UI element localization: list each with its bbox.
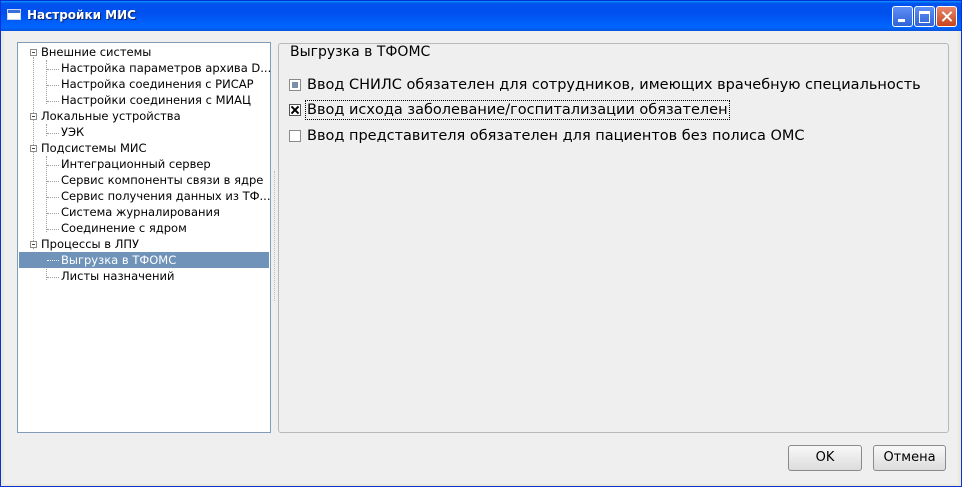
ok-button[interactable]: OK xyxy=(788,445,862,471)
settings-tree[interactable]: Внешние системы Настройка параметров арх… xyxy=(17,42,271,433)
tree-node-lpu-processes[interactable]: Процессы в ЛПУ xyxy=(40,236,140,252)
tree-node-core-connection[interactable]: Соединение с ядром xyxy=(60,220,188,236)
tree-node-risar-connection[interactable]: Настройка соединения с РИСАР xyxy=(60,76,255,92)
dialog-client: Внешние системы Настройка параметров арх… xyxy=(4,31,958,484)
tree-node-archive-params[interactable]: Настройка параметров архива D... xyxy=(60,60,272,76)
tree-line xyxy=(33,57,34,249)
checkbox-unchecked[interactable] xyxy=(289,130,301,142)
expand-toggle[interactable] xyxy=(30,49,37,56)
tree-node-external-systems[interactable]: Внешние системы xyxy=(40,44,152,60)
title-bar[interactable]: Настройки МИС xyxy=(1,1,961,31)
groupbox-title: Выгрузка в ТФОМС xyxy=(287,44,434,60)
tree-line xyxy=(46,124,47,136)
tree-node-tfoms-export[interactable]: Выгрузка в ТФОМС xyxy=(19,252,269,268)
maximize-button[interactable] xyxy=(914,6,935,27)
tree-node-local-devices[interactable]: Локальные устройства xyxy=(40,108,182,124)
tree-line xyxy=(47,213,59,214)
tree-line xyxy=(47,165,59,166)
option-label: Ввод СНИЛС обязателен для сотрудников, и… xyxy=(307,77,921,93)
tree-line xyxy=(47,277,59,278)
tree-line xyxy=(47,69,59,70)
minimize-button[interactable] xyxy=(892,6,913,27)
tree-line xyxy=(46,156,47,232)
tree-node-miac-connection[interactable]: Настройки соединения с МИАЦ xyxy=(60,92,252,108)
checkbox-partial[interactable] xyxy=(289,79,301,91)
tree-line xyxy=(47,229,59,230)
expand-toggle[interactable] xyxy=(30,113,37,120)
tree-node-logging-system[interactable]: Система журналирования xyxy=(60,204,221,220)
tree-line xyxy=(47,260,59,261)
splitter-handle[interactable] xyxy=(274,171,277,301)
tree-node-tfoms-data-service[interactable]: Сервис получения данных из ТФ... xyxy=(60,188,272,204)
tree-line xyxy=(47,101,59,102)
tree-node-mis-subsystems[interactable]: Подсистемы МИС xyxy=(40,140,148,156)
tree-line xyxy=(46,60,47,104)
tree-line xyxy=(47,197,59,198)
tree-line xyxy=(47,85,59,86)
tree-node-uek[interactable]: УЭК xyxy=(60,124,85,140)
option-label: Ввод представителя обязателен для пациен… xyxy=(307,128,805,144)
tree-node-prescription-sheets[interactable]: Листы назначений xyxy=(60,268,175,284)
tree-node-core-link-service[interactable]: Сервис компоненты связи в ядре xyxy=(60,172,264,188)
tree-line xyxy=(47,181,59,182)
window-title: Настройки МИС xyxy=(27,8,136,22)
close-button[interactable] xyxy=(936,6,957,27)
option-label: Ввод исхода заболевание/госпитализации о… xyxy=(305,100,730,120)
expand-toggle[interactable] xyxy=(30,145,37,152)
cancel-button[interactable]: Отмена xyxy=(873,445,946,471)
tree-node-label: Выгрузка в ТФОМС xyxy=(61,253,177,267)
checkbox-checked[interactable] xyxy=(289,104,301,116)
window-icon xyxy=(7,9,21,20)
settings-window: Настройки МИС Внешние системы Настройка … xyxy=(0,0,962,487)
tree-node-integration-server[interactable]: Интеграционный сервер xyxy=(60,156,212,172)
expand-toggle[interactable] xyxy=(30,241,37,248)
tree-line xyxy=(47,133,59,134)
